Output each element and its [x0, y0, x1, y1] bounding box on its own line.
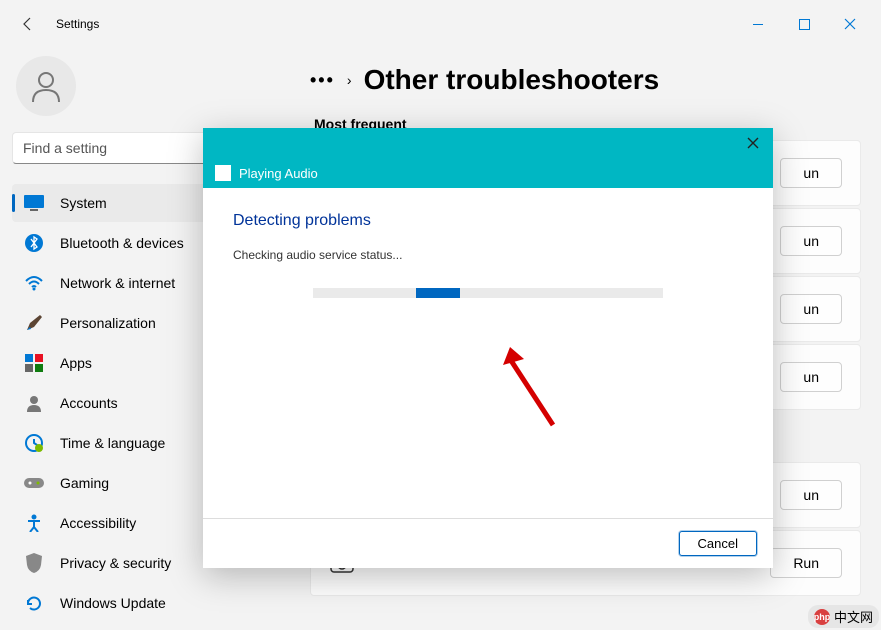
dialog-message: Checking audio service status... — [233, 248, 743, 262]
nav-label: Accessibility — [60, 515, 136, 531]
nav-label: Network & internet — [60, 275, 175, 291]
watermark-logo: php — [814, 609, 830, 625]
nav-label: Gaming — [60, 475, 109, 491]
breadcrumb-dots[interactable]: ••• — [310, 70, 335, 91]
search-placeholder: Find a setting — [23, 140, 107, 156]
dialog-app-title: Playing Audio — [239, 166, 318, 181]
nav-label: Privacy & security — [60, 555, 171, 571]
nav-label: Accounts — [60, 395, 118, 411]
wifi-icon — [24, 273, 44, 293]
maximize-button[interactable] — [781, 8, 827, 40]
shield-icon — [24, 553, 44, 573]
nav-label: Time & language — [60, 435, 165, 451]
minimize-button[interactable] — [735, 8, 781, 40]
user-avatar[interactable] — [16, 56, 76, 116]
dialog-heading: Detecting problems — [233, 212, 743, 230]
breadcrumb: ••• › Other troubleshooters — [310, 64, 861, 96]
dialog-app-icon — [215, 165, 231, 181]
run-button[interactable]: un — [780, 226, 842, 256]
nav-label: Windows Update — [60, 595, 166, 611]
window-title: Settings — [56, 17, 99, 31]
brush-icon — [24, 313, 44, 333]
run-button[interactable]: Run — [770, 548, 842, 578]
update-icon — [24, 593, 44, 613]
troubleshooter-dialog: Playing Audio Detecting problems Checkin… — [203, 128, 773, 568]
watermark: php 中文网 — [808, 605, 879, 628]
progress-bar — [313, 288, 663, 298]
nav-label: Bluetooth & devices — [60, 235, 184, 251]
chevron-right-icon: › — [347, 72, 352, 88]
run-button[interactable]: un — [780, 294, 842, 324]
clock-icon — [24, 433, 44, 453]
accessibility-icon — [24, 513, 44, 533]
close-button[interactable] — [827, 8, 873, 40]
progress-fill — [416, 288, 460, 298]
dialog-close-button[interactable] — [739, 129, 767, 157]
run-button[interactable]: un — [780, 480, 842, 510]
watermark-text: 中文网 — [834, 607, 873, 626]
gaming-icon — [24, 473, 44, 493]
page-title: Other troubleshooters — [364, 64, 660, 96]
back-button[interactable] — [8, 4, 48, 44]
nav-label: System — [60, 195, 107, 211]
apps-icon — [24, 353, 44, 373]
system-icon — [24, 193, 44, 213]
run-button[interactable]: un — [780, 362, 842, 392]
cancel-button[interactable]: Cancel — [679, 531, 757, 556]
run-button[interactable]: un — [780, 158, 842, 188]
person-icon — [24, 393, 44, 413]
nav-label: Personalization — [60, 315, 156, 331]
nav-label: Apps — [60, 355, 92, 371]
bluetooth-icon — [24, 233, 44, 253]
nav-windowsupdate[interactable]: Windows Update — [12, 584, 288, 622]
